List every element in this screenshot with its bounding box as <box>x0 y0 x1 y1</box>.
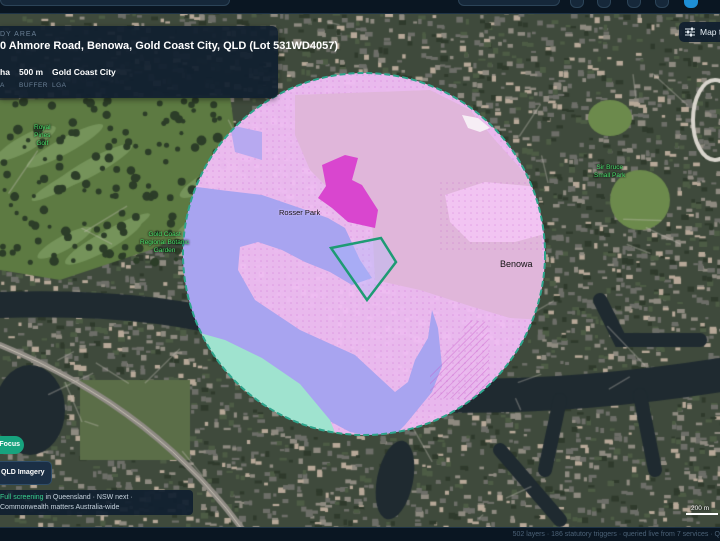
map-layers-label: Map to <box>700 27 720 37</box>
imagery-toggle-button[interactable]: QLD Imagery <box>0 461 52 485</box>
metric-area: ha A <box>0 67 10 89</box>
metric-buffer-label: BUFFER <box>19 82 48 89</box>
search-field[interactable] <box>0 0 230 6</box>
place-label-rosser-park: Rosser Park <box>279 208 321 217</box>
account-icon[interactable] <box>684 0 698 8</box>
metric-buffer: 500 m BUFFER <box>19 67 48 89</box>
toolbar-pill-1[interactable] <box>458 0 560 6</box>
site-address: 0 Ahmore Road, Benowa, Gold Coast City, … <box>0 40 338 52</box>
metric-buffer-value: 500 m <box>19 67 44 77</box>
status-bar: 502 layers · 186 statutory triggers · qu… <box>0 527 720 541</box>
card-eyebrow: DY AREA <box>0 31 38 38</box>
scale-bar <box>686 513 718 515</box>
toolbar-icon-1[interactable] <box>570 0 584 8</box>
suburb-label-benowa: Benowa <box>500 259 533 269</box>
place-label-botanic-garden: Gold Coast Regional Botanic Garden <box>140 231 190 254</box>
place-label-royal-pines: Royal Pines Golf <box>34 124 51 147</box>
map-layers-button[interactable]: Map to <box>679 22 720 42</box>
coverage-note: Full screening in Queensland · NSW next … <box>0 490 193 515</box>
place-label-sir-bruce: Sir Bruce Small Park <box>594 164 626 179</box>
metric-lga-label: LGA <box>52 82 67 89</box>
toolbar-icon-2[interactable] <box>597 0 611 8</box>
coverage-line2: Commonwealth matters Australia-wide <box>0 504 120 511</box>
metric-area-value: ha <box>0 67 10 77</box>
sliders-icon <box>685 27 695 37</box>
top-toolbar <box>0 0 720 14</box>
metric-area-label: A <box>0 82 5 89</box>
scale-label: 200 m <box>691 505 710 512</box>
toolbar-icon-3[interactable] <box>627 0 641 8</box>
toolbar-icon-4[interactable] <box>655 0 669 8</box>
status-text: 502 layers · 186 statutory triggers · qu… <box>512 531 720 538</box>
metric-lga: Gold Coast City LGA <box>52 67 116 89</box>
focus-button[interactable]: Focus <box>0 436 24 454</box>
site-info-card: DY AREA 0 Ahmore Road, Benowa, Gold Coas… <box>0 26 338 98</box>
coverage-highlight: Full screening <box>0 494 44 501</box>
metric-lga-value: Gold Coast City <box>52 67 116 77</box>
coverage-line1: in Queensland · NSW next · <box>43 494 133 501</box>
